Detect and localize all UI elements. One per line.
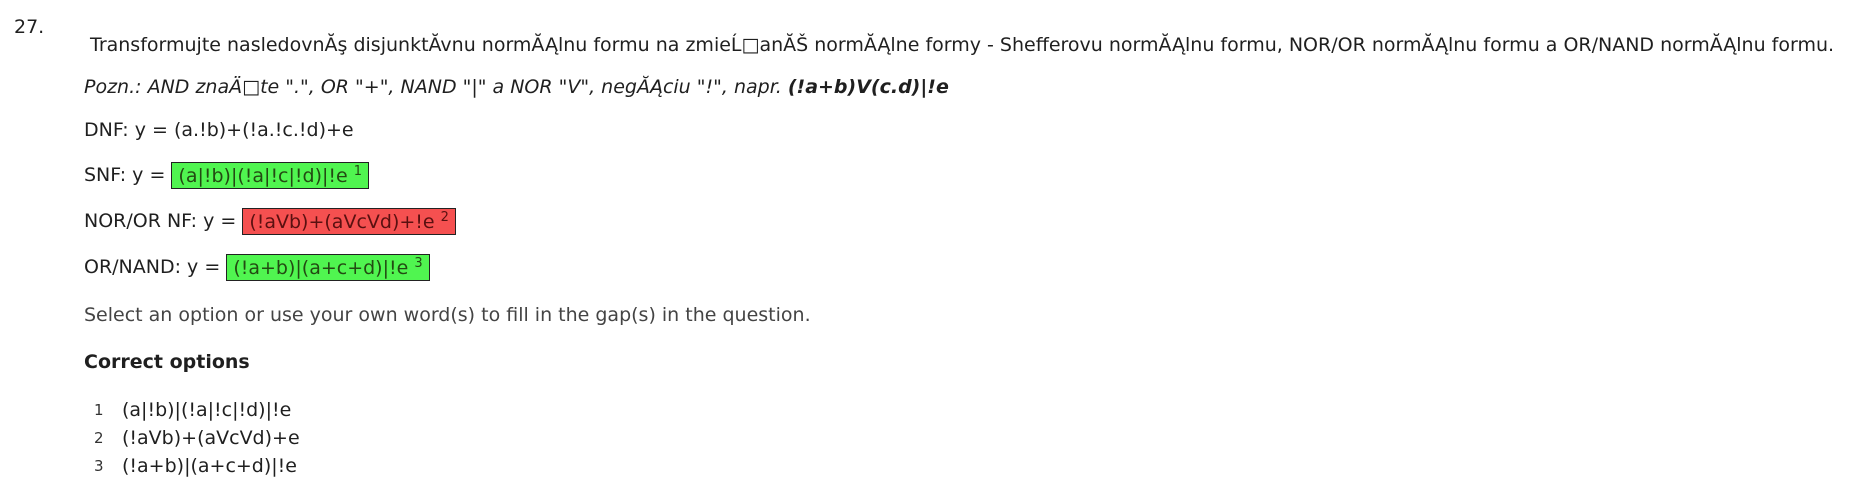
snf-answer-text: (a|!b)|(!a|!c|!d)|!e	[178, 165, 348, 187]
option-number: 3	[94, 457, 104, 475]
question-instruction: Transformujte nasledovnĂş disjunktĂvnu n…	[90, 34, 1835, 56]
snf-row: SNF: y = (a|!b)|(!a|!c|!d)|!e 1	[84, 162, 369, 189]
correct-option-item: 2 (!aVb)+(aVcVd)+e	[94, 424, 300, 452]
option-value: (!a+b)|(a+c+d)|!e	[122, 455, 297, 477]
note-example: (!a+b)V(c.d)|!e	[787, 76, 949, 98]
snf-answer-gap[interactable]: (a|!b)|(!a|!c|!d)|!e 1	[171, 162, 369, 189]
dnf-line: DNF: y = (a.!b)+(!a.!c.!d)+e	[84, 119, 354, 141]
or-nand-gap-number: 3	[414, 256, 423, 271]
option-number: 2	[94, 429, 104, 447]
snf-gap-number: 1	[353, 164, 362, 179]
nor-or-label: NOR/OR NF: y =	[84, 210, 237, 232]
or-nand-label: OR/NAND: y =	[84, 256, 221, 278]
option-number: 1	[94, 401, 104, 419]
nor-or-answer-gap[interactable]: (!aVb)+(aVcVd)+!e 2	[242, 208, 456, 235]
snf-label: SNF: y =	[84, 164, 166, 186]
correct-option-item: 1 (a|!b)|(!a|!c|!d)|!e	[94, 396, 300, 424]
or-nand-row: OR/NAND: y = (!a+b)|(a+c+d)|!e 3	[84, 254, 430, 281]
note-prefix: Pozn.: AND znaÄ□te ".", OR "+", NAND "|"…	[84, 76, 782, 98]
correct-options-list: 1 (a|!b)|(!a|!c|!d)|!e 2 (!aVb)+(aVcVd)+…	[94, 396, 300, 480]
correct-options-heading: Correct options	[84, 351, 250, 373]
option-value: (a|!b)|(!a|!c|!d)|!e	[122, 399, 292, 421]
nor-or-answer-text: (!aVb)+(aVcVd)+!e	[249, 211, 435, 233]
nor-or-row: NOR/OR NF: y = (!aVb)+(aVcVd)+!e 2	[84, 208, 456, 235]
question-note: Pozn.: AND znaÄ□te ".", OR "+", NAND "|"…	[84, 76, 949, 98]
correct-option-item: 3 (!a+b)|(a+c+d)|!e	[94, 452, 300, 480]
question-number: 27.	[14, 16, 45, 38]
nor-or-gap-number: 2	[440, 210, 449, 225]
select-hint: Select an option or use your own word(s)…	[84, 304, 811, 326]
or-nand-answer-text: (!a+b)|(a+c+d)|!e	[233, 257, 409, 279]
or-nand-answer-gap[interactable]: (!a+b)|(a+c+d)|!e 3	[226, 254, 430, 281]
option-value: (!aVb)+(aVcVd)+e	[122, 427, 300, 449]
